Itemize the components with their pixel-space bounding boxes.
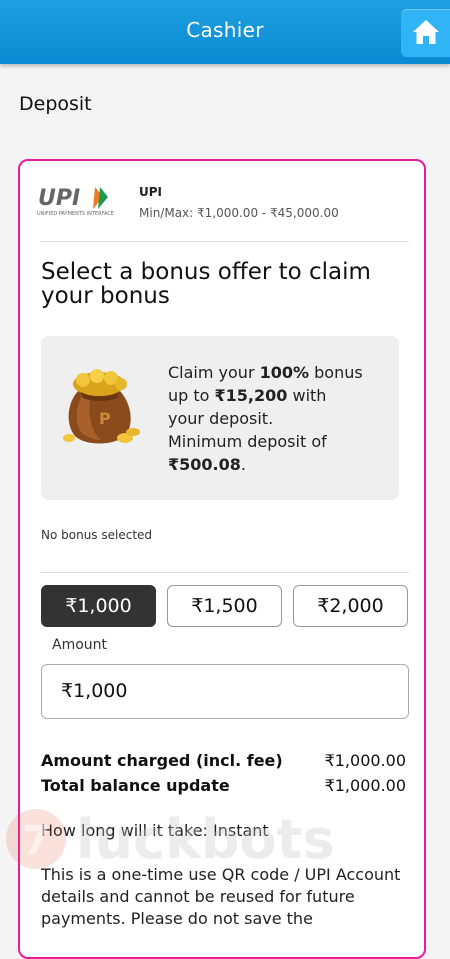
amount-option-1000[interactable]: ₹1,000: [41, 585, 156, 627]
amount-input[interactable]: ₹1,000: [41, 664, 409, 719]
method-limits: Min/Max: ₹1,000.00 - ₹45,000.00: [139, 206, 339, 220]
amount-charged-label: Amount charged (incl. fee): [41, 751, 283, 770]
amount-label: Amount: [52, 637, 108, 653]
bonus-offer[interactable]: P Claim your 100% bonus up to ₹15,200 wi…: [41, 336, 399, 500]
deposit-card: UPI UNIFIED PAYMENTS INTERFACE UPI Min/M…: [18, 159, 426, 959]
svg-text:P: P: [99, 409, 111, 428]
amount-option-1500[interactable]: ₹1,500: [167, 585, 282, 627]
total-balance-value: ₹1,000.00: [324, 776, 406, 795]
bonus-heading: Select a bonus offer to claim your bonus: [41, 259, 371, 309]
amount-charged-value: ₹1,000.00: [324, 751, 406, 770]
app-header: Cashier: [0, 0, 450, 64]
method-name: UPI: [139, 185, 163, 199]
svg-text:UNIFIED PAYMENTS INTERFACE: UNIFIED PAYMENTS INTERFACE: [37, 211, 114, 217]
divider: [41, 241, 409, 242]
upi-logo[interactable]: UPI UNIFIED PAYMENTS INTERFACE: [37, 185, 117, 217]
divider: [41, 572, 409, 573]
header-title: Cashier: [186, 18, 264, 42]
amount-option-2000[interactable]: ₹2,000: [293, 585, 408, 627]
bonus-offer-text: Claim your 100% bonus up to ₹15,200 with…: [168, 363, 363, 474]
processing-time: How long will it take: Instant: [41, 821, 269, 840]
svg-text:UPI: UPI: [38, 186, 80, 211]
home-button[interactable]: [401, 9, 450, 57]
page-title: Deposit: [19, 93, 92, 115]
home-icon: [413, 20, 439, 44]
money-bag-icon: P: [63, 369, 140, 444]
bonus-status: No bonus selected: [41, 528, 153, 542]
qr-notice: This is a one-time use QR code / UPI Acc…: [41, 865, 401, 928]
total-balance-label: Total balance update: [41, 776, 230, 795]
